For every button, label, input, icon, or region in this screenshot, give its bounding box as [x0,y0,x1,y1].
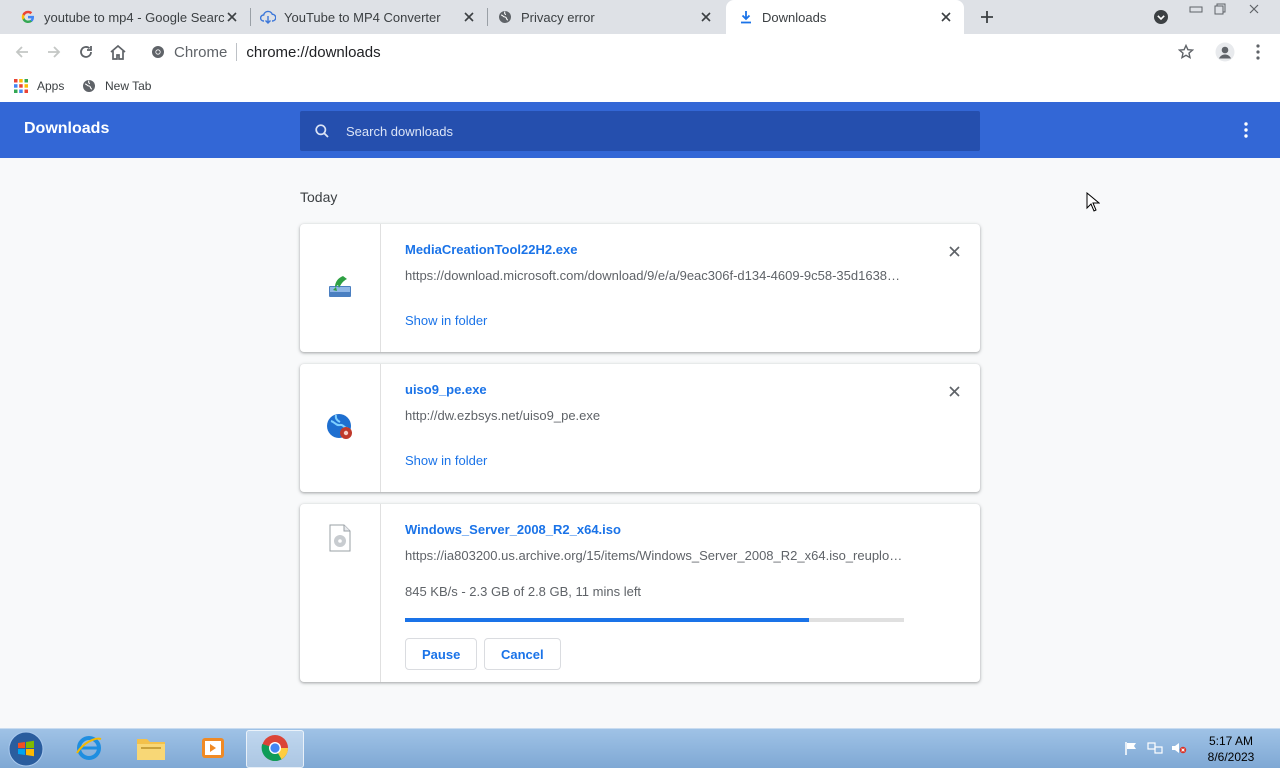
bookmark-apps[interactable]: Apps [13,76,64,96]
search-icon [314,123,330,139]
source-url[interactable]: https://download.microsoft.com/download/… [405,268,905,283]
source-url[interactable]: https://ia803200.us.archive.org/15/items… [405,548,905,563]
globe-icon [497,9,513,25]
tab-strip: youtube to mp4 - Google Search YouTube t… [0,0,1280,34]
disc-image-icon [328,524,352,555]
download-item: MediaCreationTool22H2.exe https://downlo… [300,224,980,352]
remove-item-icon[interactable] [945,382,963,400]
downloads-toolbar: Downloads [0,102,1280,158]
home-button[interactable] [104,38,132,66]
source-url[interactable]: http://dw.ezbsys.net/uiso9_pe.exe [405,408,905,423]
network-icon[interactable] [1146,739,1164,757]
cancel-button[interactable]: Cancel [484,638,561,670]
back-button[interactable] [8,38,36,66]
forward-button[interactable] [40,38,68,66]
action-center-flag-icon[interactable] [1122,739,1140,757]
taskbar-media-player[interactable] [184,730,242,768]
progress-bar [405,618,904,622]
apps-grid-icon [13,78,29,94]
search-input[interactable] [346,123,946,139]
url-text[interactable]: chrome://downloads [246,44,380,61]
file-name-link[interactable]: Windows_Server_2008_R2_x64.iso [405,522,621,537]
media-creation-tool-icon [327,274,353,303]
file-name-link[interactable]: MediaCreationTool22H2.exe [405,242,577,257]
omnibox-divider [236,43,238,61]
folder-icon [135,734,167,765]
downloads-list: Today MediaCreationTool22H2.exe https://… [0,158,1280,728]
tab-title: Downloads [762,9,827,25]
search-box[interactable] [300,111,980,151]
restore-button[interactable] [1207,0,1233,18]
pause-button[interactable]: Pause [405,638,478,670]
tab-search-icon[interactable] [1152,8,1170,26]
address-bar[interactable]: Chrome chrome://downloads [140,37,1210,67]
close-icon[interactable] [224,9,240,25]
chrome-icon [260,733,290,766]
file-icon-column [300,364,381,492]
windows-taskbar: 5:17 AM 8/6/2023 [0,728,1280,768]
mouse-cursor-icon [1086,192,1100,212]
close-icon[interactable] [698,9,714,25]
media-player-icon [199,734,227,765]
close-icon[interactable] [461,9,477,25]
tab-title: Privacy error [521,9,595,25]
tab-google-search[interactable]: youtube to mp4 - Google Search [0,0,250,34]
progress-fill [405,618,810,622]
close-window-button[interactable] [1241,0,1267,18]
download-icon [738,9,754,25]
tab-title: youtube to mp4 - Google Search [44,9,224,25]
taskbar-chrome[interactable] [246,730,304,768]
more-actions-icon[interactable] [1236,120,1256,140]
browser-menu-icon[interactable] [1244,38,1272,66]
clock-date: 8/6/2023 [1207,750,1255,764]
reload-button[interactable] [72,38,100,66]
page-title: Downloads [24,120,110,137]
tab-downloads[interactable]: Downloads [726,0,964,34]
taskbar-file-explorer[interactable] [122,730,180,768]
file-icon-column [300,224,381,352]
bookmark-star-icon[interactable] [1172,38,1200,66]
download-status: 845 KB/s - 2.3 GB of 2.8 GB, 11 mins lef… [405,584,642,599]
file-name-link[interactable]: uiso9_pe.exe [405,382,487,397]
show-in-folder-link[interactable]: Show in folder [405,313,487,328]
internet-explorer-icon [74,733,104,766]
date-heading: Today [300,189,338,205]
tab-privacy-error[interactable]: Privacy error [487,0,724,34]
remove-item-icon[interactable] [945,242,963,260]
bookmark-label: New Tab [105,79,152,93]
system-clock[interactable]: 5:17 AM 8/6/2023 [1198,733,1264,765]
site-chip: Chrome [174,43,228,61]
bookmark-new-tab[interactable]: New Tab [81,76,151,96]
bookmark-label: Apps [37,79,65,93]
clock-time: 5:17 AM [1208,734,1254,748]
show-in-folder-link[interactable]: Show in folder [405,453,487,468]
taskbar-internet-explorer[interactable] [60,730,118,768]
ultraiso-globe-icon [325,412,355,445]
chrome-icon[interactable] [150,44,166,60]
start-button[interactable] [6,730,46,768]
tab-title: YouTube to MP4 Converter [284,9,441,25]
browser-toolbar: Chrome chrome://downloads [0,34,1280,70]
profile-avatar-icon[interactable] [1211,38,1239,66]
volume-muted-icon[interactable] [1170,739,1188,757]
new-tab-button[interactable] [976,6,998,28]
file-icon-column [300,504,381,682]
google-icon [20,9,36,25]
download-item: uiso9_pe.exe http://dw.ezbsys.net/uiso9_… [300,364,980,492]
globe-icon [81,78,97,94]
minimize-button[interactable] [1183,0,1209,18]
bookmarks-bar: Apps New Tab [0,70,1280,102]
cloud-download-icon [260,9,276,25]
tab-youtube-converter[interactable]: YouTube to MP4 Converter [250,0,487,34]
close-icon[interactable] [938,9,954,25]
download-item-in-progress: Windows_Server_2008_R2_x64.iso https://i… [300,504,980,682]
